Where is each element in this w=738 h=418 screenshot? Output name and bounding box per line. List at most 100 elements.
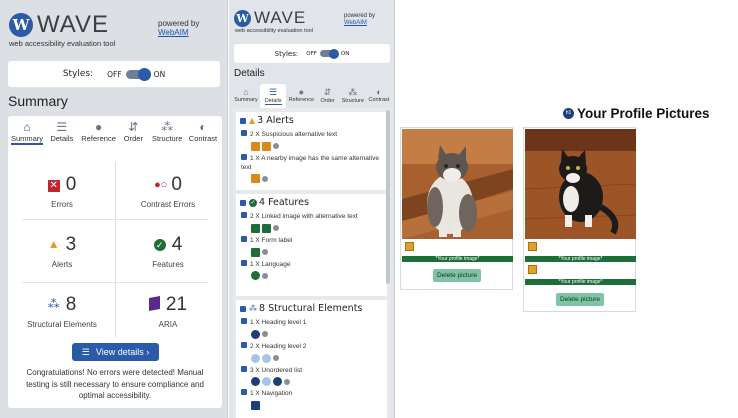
- wave-logo[interactable]: W WAVE: [9, 11, 109, 39]
- tab-summary[interactable]: ⌂ Summary: [233, 84, 259, 108]
- wave-alert-icon[interactable]: [528, 265, 537, 274]
- aria-icon: [148, 296, 160, 311]
- info-icon: ●: [298, 87, 305, 97]
- detail-item-icons: [236, 400, 387, 412]
- unordered-list-icon[interactable]: [251, 377, 260, 387]
- nearby-image-alt-icon[interactable]: [251, 174, 260, 184]
- tab-structure[interactable]: ⁂ Structure: [149, 116, 185, 148]
- info-icon[interactable]: [262, 272, 268, 279]
- info-icon[interactable]: [273, 355, 279, 362]
- tab-reference[interactable]: ● Reference: [80, 116, 118, 148]
- home-icon: ⌂: [243, 87, 249, 97]
- detail-item[interactable]: 1 X Form label: [236, 235, 387, 247]
- linked-image-icon[interactable]: [251, 223, 260, 233]
- unordered-list-icon[interactable]: [273, 377, 282, 387]
- unordered-list-icon[interactable]: [262, 377, 271, 387]
- detail-item[interactable]: 2 X Suspicious alternative text: [236, 129, 387, 141]
- info-icon[interactable]: [273, 143, 279, 150]
- stat-alerts[interactable]: ▲ 3 Alerts: [12, 234, 112, 269]
- scrollbar[interactable]: [386, 110, 390, 284]
- wave-logo[interactable]: W WAVE: [234, 8, 306, 28]
- styles-toggle[interactable]: [125, 67, 151, 81]
- stat-features[interactable]: ✓ 4 Features: [118, 234, 218, 269]
- list-icon: ☰: [269, 87, 278, 97]
- detail-item[interactable]: 1 X Heading level 1: [236, 317, 387, 329]
- checkbox[interactable]: [240, 305, 246, 312]
- view-details-button[interactable]: ☰ View details ›: [72, 343, 159, 361]
- stat-contrast-errors[interactable]: ●○ 0 Contrast Errors: [118, 174, 218, 209]
- heading-2-icon[interactable]: [251, 353, 260, 363]
- profile-caption: *Your profile image*: [525, 256, 636, 262]
- heading-1-icon[interactable]: [251, 329, 260, 339]
- wave-logo-text: WAVE: [254, 8, 307, 27]
- checkbox[interactable]: [240, 199, 246, 206]
- wave-logo-icon: W: [234, 9, 251, 27]
- tab-details[interactable]: ☰ Details: [45, 116, 79, 148]
- profile-caption: *Your profile image*: [525, 279, 636, 285]
- tab-structure[interactable]: ⁂ Structure: [340, 84, 366, 108]
- list-icon: ☰: [81, 346, 90, 357]
- detail-item[interactable]: 1 X Navigation: [236, 388, 387, 400]
- details-list: ▲ 3 Alerts 2 X Suspicious alternative te…: [233, 108, 391, 418]
- navigation-icon[interactable]: [251, 401, 260, 411]
- detail-item-icons: [236, 247, 387, 259]
- suspicious-alt-icon[interactable]: [251, 141, 260, 151]
- language-icon[interactable]: [251, 271, 260, 281]
- webaim-link[interactable]: WebAIM: [158, 28, 189, 37]
- info-icon[interactable]: [284, 378, 290, 385]
- styles-off-label: OFF: [107, 69, 122, 79]
- section-features-header[interactable]: ✓ 4 Features: [236, 194, 387, 211]
- styles-toggle[interactable]: [319, 48, 339, 59]
- detail-item-icons: [236, 223, 387, 235]
- suspicious-alt-icon[interactable]: [262, 141, 271, 151]
- tab-details[interactable]: ☰ Details: [260, 84, 287, 108]
- form-label-icon[interactable]: [251, 247, 260, 257]
- detail-item[interactable]: 3 X Unordered list: [236, 365, 387, 377]
- detail-item[interactable]: 1 X Language: [236, 259, 387, 271]
- wave-alert-icon[interactable]: [528, 242, 537, 251]
- cat-photo-1: [402, 129, 513, 239]
- details-section-features: ✓ 4 Features 2 X Linked image with alter…: [236, 194, 387, 296]
- detail-item[interactable]: 1 X A nearby image has the same alternat…: [236, 153, 387, 174]
- wave-alert-icon[interactable]: [405, 242, 414, 251]
- contrast-error-icon: ●○: [154, 179, 168, 191]
- summary-card: ⌂ Summary ☰ Details ● Reference ⇵ Order …: [8, 116, 222, 408]
- detail-item-icons: [236, 141, 387, 153]
- stat-structural-elements[interactable]: ⁂ 8 Structural Elements: [12, 294, 112, 329]
- info-icon[interactable]: [262, 331, 268, 338]
- tab-order[interactable]: ⇵ Order: [317, 84, 339, 108]
- error-icon: ✕: [47, 180, 60, 192]
- tagline: web accessibility evaluation tool: [235, 28, 313, 34]
- detail-item[interactable]: 2 X Heading level 2: [236, 341, 387, 353]
- structure-icon: ⁂: [161, 120, 174, 134]
- powered-by-text: powered by: [344, 13, 376, 19]
- info-icon[interactable]: [273, 225, 279, 232]
- delete-picture-button[interactable]: Delete picture: [556, 293, 604, 306]
- alert-icon: ▲: [47, 237, 60, 251]
- tab-reference[interactable]: ● Reference: [287, 84, 315, 108]
- detail-item[interactable]: 2 X Linked image with alternative text: [236, 211, 387, 223]
- tab-summary[interactable]: ⌂ Summary: [10, 116, 44, 148]
- linked-image-icon[interactable]: [262, 223, 271, 233]
- detail-item-icons: [236, 173, 387, 185]
- contrast-icon: ◐: [376, 87, 382, 97]
- styles-toggle-card: Styles: OFF ON: [234, 44, 390, 63]
- details-section-structural: ⁂ 8 Structural Elements 1 X Heading leve…: [236, 300, 387, 418]
- stat-aria[interactable]: 21 ARIA: [118, 294, 218, 329]
- checkbox[interactable]: [240, 117, 246, 124]
- tab-order[interactable]: ⇵ Order: [118, 116, 148, 148]
- info-icon[interactable]: [262, 249, 268, 256]
- wave-sidebar-summary: W WAVE web accessibility evaluation tool…: [0, 0, 228, 418]
- section-alerts-header[interactable]: ▲ 3 Alerts: [236, 112, 387, 129]
- section-structural-header[interactable]: ⁂ 8 Structural Elements: [236, 300, 387, 317]
- tab-contrast[interactable]: ◐ Contrast: [186, 116, 220, 148]
- webaim-link[interactable]: WebAIM: [344, 20, 367, 26]
- styles-toggle-card: Styles: OFF ON: [8, 61, 220, 87]
- cat-photo-2: [525, 129, 636, 239]
- heading-2-icon[interactable]: [262, 353, 271, 363]
- tab-contrast[interactable]: ◐ Contrast: [367, 84, 391, 108]
- info-icon[interactable]: [262, 175, 268, 182]
- styles-label: Styles:: [62, 69, 94, 79]
- delete-picture-button[interactable]: Delete picture: [433, 269, 481, 282]
- stat-errors[interactable]: ✕ 0 Errors: [12, 174, 112, 209]
